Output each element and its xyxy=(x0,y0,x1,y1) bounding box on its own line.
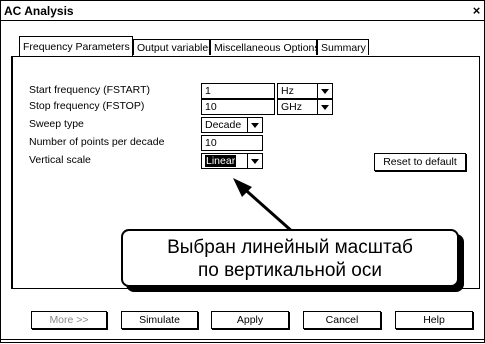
apply-button[interactable]: Apply xyxy=(211,311,289,329)
annotation-callout: Выбран линейный масштаб по вертикальной … xyxy=(121,229,459,287)
help-button[interactable]: Help xyxy=(395,311,473,329)
bottom-divider xyxy=(1,339,484,340)
ac-analysis-dialog: AC Analysis × Frequency Parameters Outpu… xyxy=(0,0,485,343)
more-button[interactable]: More >> xyxy=(31,311,107,329)
tab-frequency-parameters[interactable]: Frequency Parameters xyxy=(19,36,133,56)
callout-line-2: по вертикальной оси xyxy=(198,260,382,281)
cancel-button[interactable]: Cancel xyxy=(303,311,381,329)
simulate-button[interactable]: Simulate xyxy=(121,311,198,329)
callout-line-1: Выбран линейный масштаб xyxy=(167,237,413,258)
